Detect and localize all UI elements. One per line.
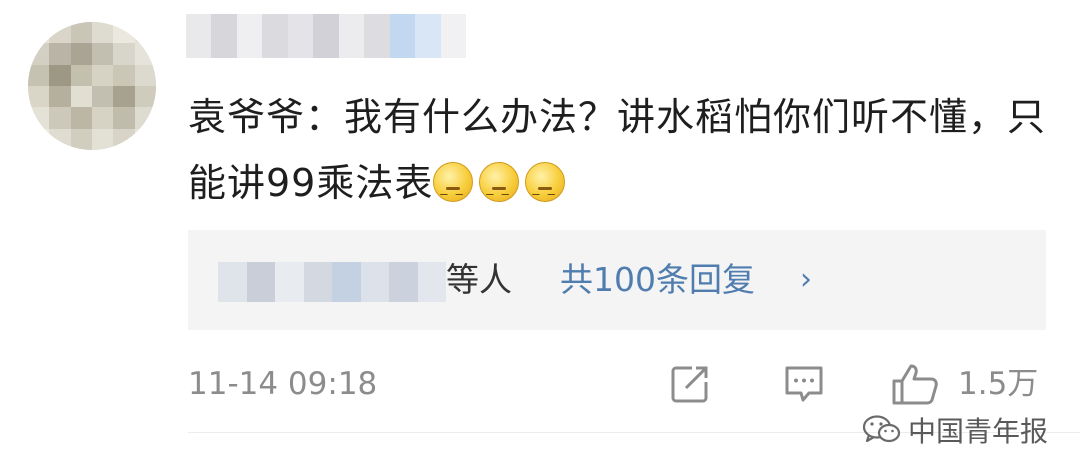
avatar[interactable] [28,22,156,150]
comment-icon[interactable] [782,362,826,406]
dizzy-face-emoji-icon [479,162,520,234]
like-icon[interactable] [890,362,940,406]
replies-preview[interactable]: 等人 共100条回复 › [188,230,1046,330]
wechat-icon [862,415,901,443]
avatar-mosaic [28,22,156,150]
source-watermark: 中国青年报 [862,410,1048,450]
chevron-right-icon[interactable]: › [800,254,812,306]
comment-body: 袁爷爷：我有什么办法？讲水稻怕你们听不懂，只能讲99乘法表 [188,95,1047,205]
comment-timestamp: 11-14 09:18 [188,366,378,402]
watermark-text: 中国青年报 [908,415,1049,448]
dizzy-face-emoji-icon [433,162,474,234]
view-replies-link[interactable]: 共100条回复 [560,254,755,306]
username-blurred[interactable] [186,14,466,58]
like-count: 1.5万 [958,366,1039,402]
share-icon[interactable] [668,362,712,406]
comment-text: 袁爷爷：我有什么办法？讲水稻怕你们听不懂，只能讲99乘法表 [188,84,1048,234]
reply-usernames-blurred [218,262,446,302]
reply-names-suffix: 等人 [446,260,512,299]
dizzy-face-emoji-icon [525,162,566,234]
